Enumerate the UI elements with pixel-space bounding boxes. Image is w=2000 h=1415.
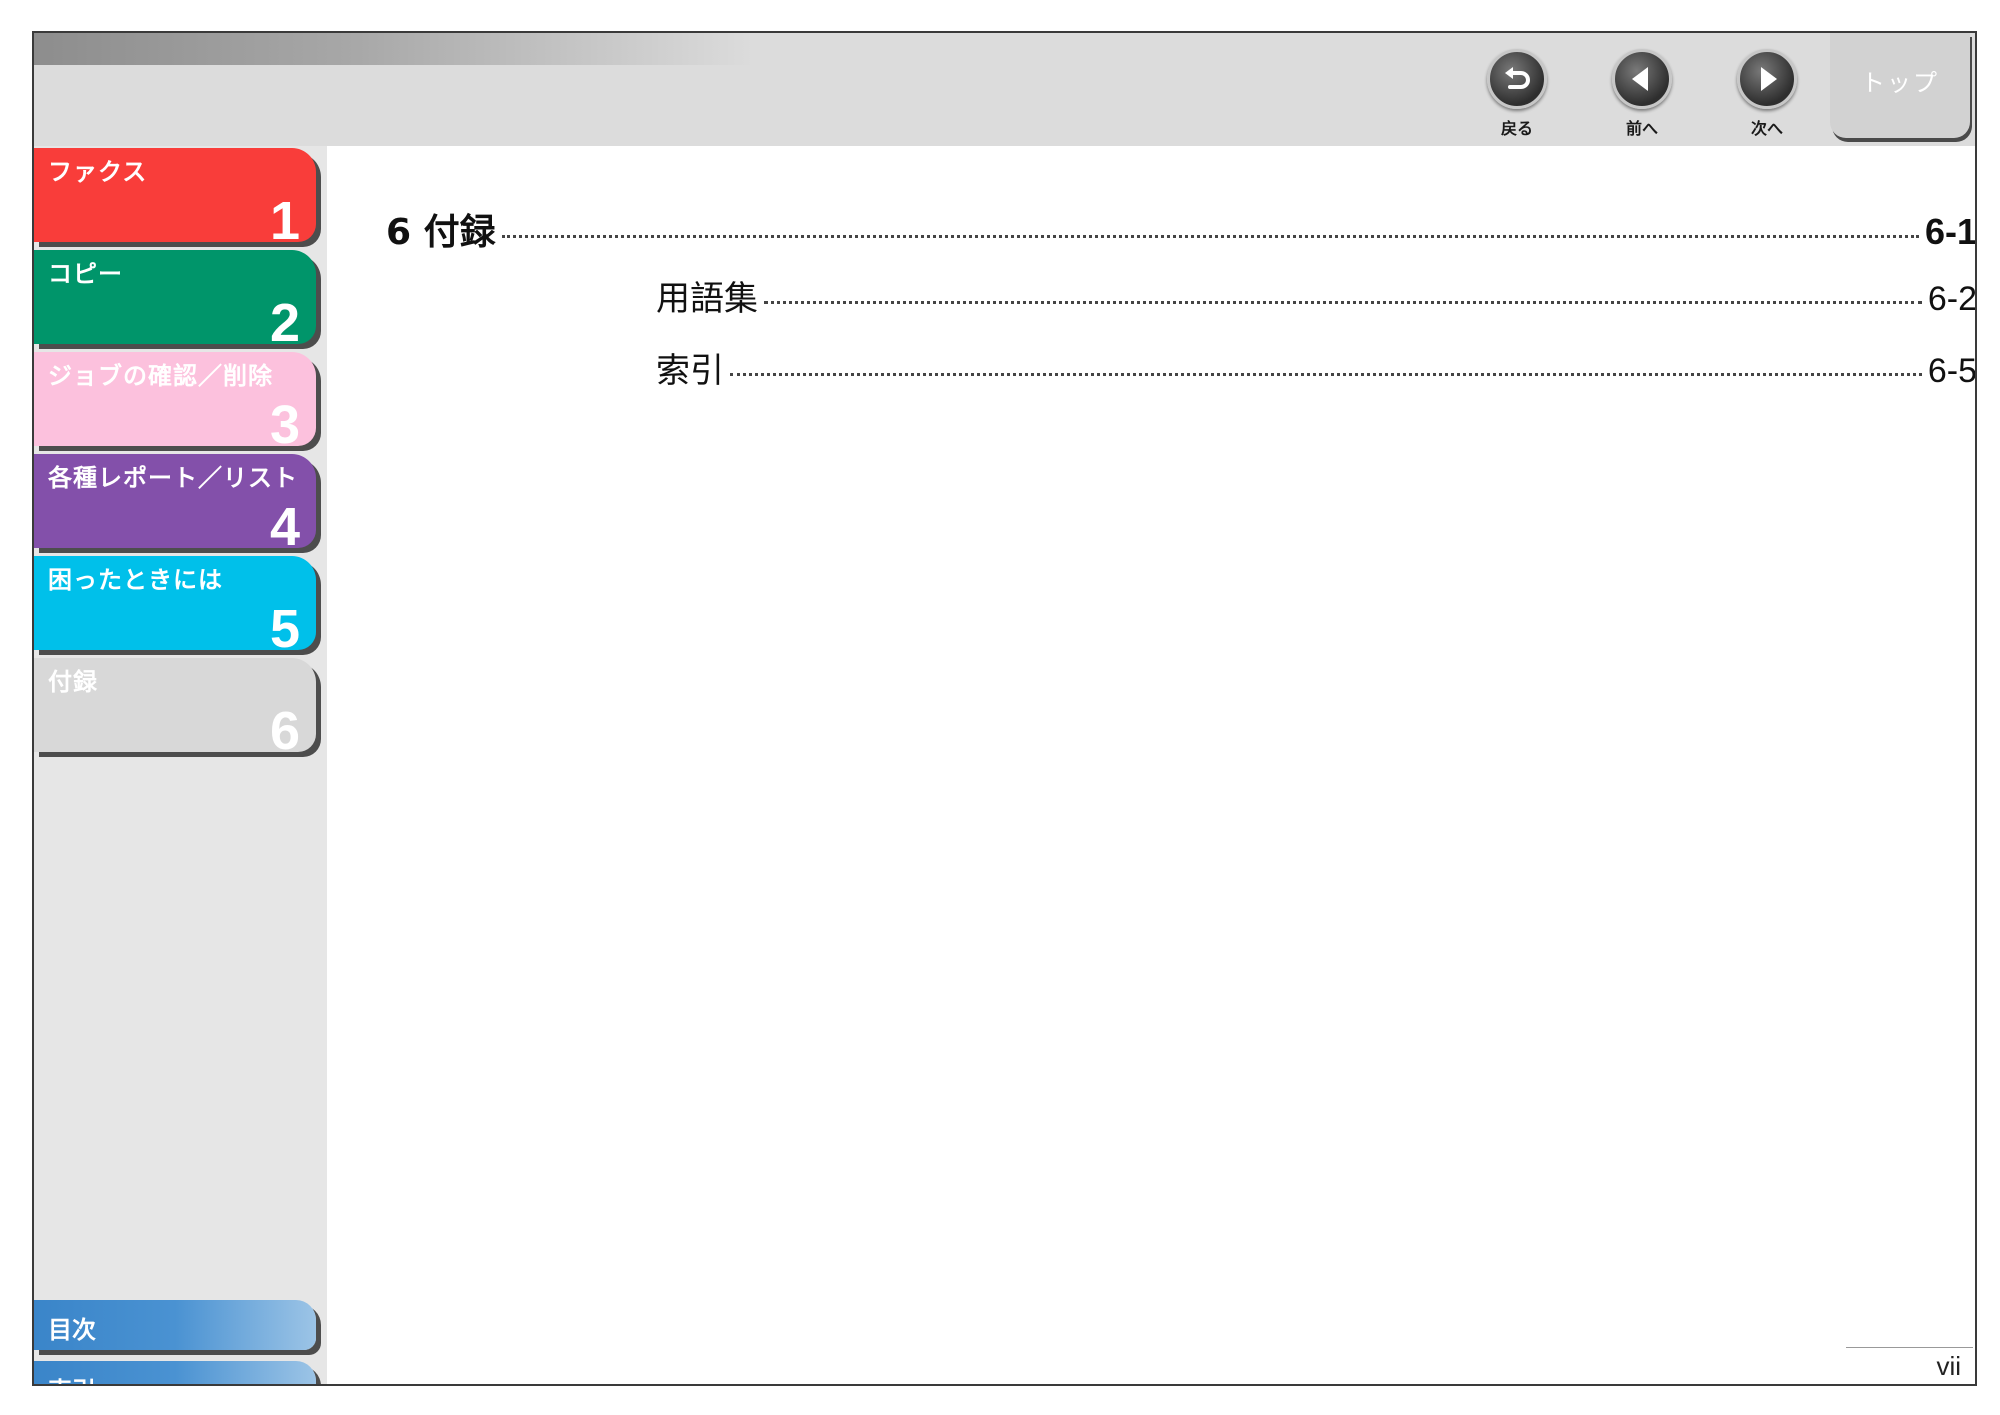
prev-icon (1612, 49, 1672, 109)
chapter-tab-3[interactable]: ジョブの確認／削除 3 (34, 352, 316, 455)
toolbar-gradient (34, 33, 754, 65)
toc-entry-page: 6-2 (1927, 280, 1977, 318)
chapter-tab-6-active[interactable]: 付録 6 (34, 658, 316, 761)
index-tab[interactable]: 索引 (34, 1361, 316, 1384)
chapter-label: 付録 (48, 668, 98, 696)
chapter-number: 3 (269, 395, 300, 455)
prev-label: 前へ (1625, 119, 1658, 138)
contents-label: 目次 (48, 1316, 96, 1344)
chapter-number: 5 (269, 599, 300, 659)
chapter-tab-5[interactable]: 困ったときには 5 (34, 556, 316, 659)
back-icon (1487, 49, 1547, 109)
toc-leader-dots (501, 235, 1919, 238)
toc-chapter-page: 6-1 (1924, 211, 1977, 252)
chapter-tab-2[interactable]: コピー 2 (34, 250, 316, 353)
chapter-label: コピー (48, 260, 123, 288)
toc-chapter-entry[interactable]: 6 付録 6-1 (386, 203, 1977, 255)
top-toolbar: 戻る 前へ 次へ トップ (34, 33, 1975, 146)
contents-tab[interactable]: 目次 (34, 1300, 316, 1350)
page-number: vii (1936, 1351, 1961, 1381)
back-button[interactable]: 戻る (1472, 49, 1562, 139)
top-page-tab[interactable]: トップ (1830, 33, 1970, 138)
chapter-number: 4 (269, 497, 300, 557)
chapter-sidebar: ファクス 1 コピー 2 ジョブの確認／削除 3 各種レポート／リスト 4 困っ… (34, 146, 327, 1384)
index-label: 索引 (48, 1371, 96, 1384)
footer-rule (1846, 1347, 1973, 1348)
chapter-number: 2 (269, 293, 300, 353)
chapter-tab-1[interactable]: ファクス 1 (34, 148, 316, 251)
toc-leader-dots (730, 373, 1922, 376)
chapter-label: ファクス (48, 158, 148, 186)
next-button[interactable]: 次へ (1722, 49, 1812, 139)
next-label: 次へ (1750, 119, 1783, 138)
chapter-label: 各種レポート／リスト (48, 464, 298, 492)
chapter-number: 6 (269, 701, 300, 761)
toc-entry-page: 6-5 (1927, 352, 1977, 390)
chapter-tab-4[interactable]: 各種レポート／リスト 4 (34, 454, 316, 557)
toc-entry-title: 索引 (656, 351, 724, 391)
toc-entry-index[interactable]: 索引 6-5 (656, 343, 1977, 392)
page-frame: 戻る 前へ 次へ トップ ファクス 1 コピー 2 ジョブの確認／削除 3 各種… (32, 31, 1977, 1386)
chapter-label: ジョブの確認／削除 (48, 362, 273, 390)
toc-leader-dots (764, 301, 1922, 304)
toc-chapter-title: 6 付録 (386, 212, 496, 253)
next-icon (1737, 49, 1797, 109)
chapter-number: 1 (269, 191, 300, 251)
back-label: 戻る (1500, 119, 1533, 138)
toc-entry-title: 用語集 (656, 279, 758, 319)
chapter-label: 困ったときには (48, 566, 223, 594)
top-tab-label: トップ (1861, 69, 1939, 97)
toc-entry-glossary[interactable]: 用語集 6-2 (656, 271, 1977, 320)
prev-button[interactable]: 前へ (1597, 49, 1687, 139)
